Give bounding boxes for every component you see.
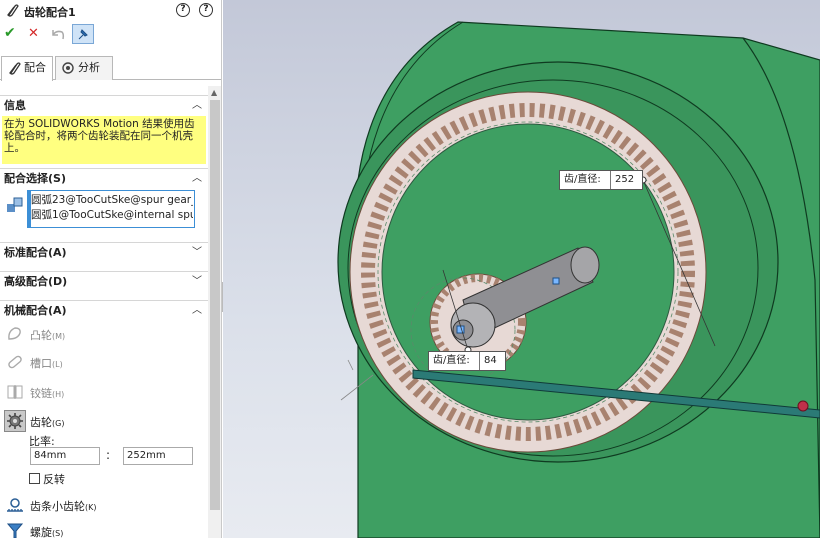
standard-mates-label: 标准配合(A) xyxy=(4,246,67,259)
tab-analysis-label: 分析 xyxy=(78,61,100,74)
hinge-icon xyxy=(7,385,23,399)
ok-button[interactable]: ✔ xyxy=(4,25,16,41)
dim-small-label: 齿/直径: xyxy=(433,355,470,366)
screw-mate-item[interactable]: 螺旋(S) xyxy=(30,524,63,538)
mechanical-mates-label: 机械配合(A) xyxy=(4,304,67,317)
graphics-viewport[interactable]: 齿/直径: 252 齿/直径: 84 xyxy=(223,0,820,538)
advanced-mates-label: 高级配合(D) xyxy=(4,275,68,288)
hinge-label: 铰链 xyxy=(30,387,52,400)
gear-icon xyxy=(7,413,23,429)
cam-key: (M) xyxy=(52,332,66,341)
mate-clip-icon xyxy=(7,4,19,17)
rack-pinion-label: 齿条小齿轮 xyxy=(30,500,85,513)
mate-clip-icon xyxy=(9,62,21,75)
reverse-checkbox[interactable] xyxy=(29,473,40,484)
dim-large-label: 齿/直径: xyxy=(564,174,601,185)
mate-selections-label: 配合选择(S) xyxy=(4,172,66,185)
chevron-up-icon[interactable]: ︿ xyxy=(192,169,202,189)
panel-scrollbar[interactable]: ▲ xyxy=(208,86,221,538)
scroll-up-arrow-icon[interactable]: ▲ xyxy=(211,88,217,97)
property-manager: 齿轮配合1 ? ? ✔ ✕ 配合 分析 信息 ︿ 在为 SOLIDWORKS M… xyxy=(0,0,222,538)
scrollbar-thumb[interactable] xyxy=(210,100,220,510)
mate-selection-list[interactable]: 圆弧23@TooCutSke@spur gear_ 圆弧1@TooCutSke@… xyxy=(27,190,195,228)
hinge-mate-item[interactable]: 铰链(H) xyxy=(30,385,64,401)
selection-entities-icon xyxy=(7,197,23,212)
cam-mate-item[interactable]: 凸轮(M) xyxy=(30,327,65,343)
gear-mate-item[interactable]: 齿轮(G) xyxy=(30,414,64,430)
tab-analysis[interactable]: 分析 xyxy=(55,56,113,80)
cam-icon xyxy=(8,327,21,340)
slot-label: 槽口 xyxy=(30,357,52,370)
rod-pin xyxy=(797,400,809,412)
pushpin-icon xyxy=(78,29,88,40)
pin-button[interactable] xyxy=(72,24,94,44)
title-bar: 齿轮配合1 ? ? xyxy=(0,0,221,22)
selection-item-2[interactable]: 圆弧1@TooCutSke@internal spu xyxy=(31,208,193,222)
screw-label: 螺旋 xyxy=(30,526,52,538)
slot-mate-item[interactable]: 槽口(L) xyxy=(30,355,63,371)
tab-bar: 配合 分析 xyxy=(0,54,221,81)
dimension-box-small[interactable]: 齿/直径: 84 xyxy=(428,351,506,371)
standard-mates-header[interactable]: 标准配合(A) ﹀ xyxy=(0,242,208,262)
screw-key: (S) xyxy=(52,529,64,538)
mate-selections-header[interactable]: 配合选择(S) ︿ xyxy=(0,168,208,188)
gear-key: (G) xyxy=(52,419,65,428)
gear-assembly-scene xyxy=(337,21,820,538)
dimension-box-large[interactable]: 齿/直径: 252 xyxy=(559,170,643,190)
chevron-down-icon[interactable]: ﹀ xyxy=(192,243,202,263)
gear-label: 齿轮 xyxy=(30,416,52,429)
chevron-up-icon[interactable]: ︿ xyxy=(192,301,202,321)
slot-icon xyxy=(8,355,22,369)
origin-marker xyxy=(552,277,560,285)
tab-mates-label: 配合 xyxy=(24,61,46,74)
mechanical-mates-header[interactable]: 机械配合(A) ︿ xyxy=(0,300,208,320)
reverse-label: 反转 xyxy=(43,473,65,486)
rack-pinion-icon xyxy=(7,498,23,512)
analysis-icon xyxy=(62,62,74,74)
cam-label: 凸轮 xyxy=(30,329,52,342)
dim-large-value[interactable]: 252 xyxy=(610,171,634,189)
info-section-header[interactable]: 信息 ︿ xyxy=(0,95,208,115)
question-circle-icon[interactable]: ? xyxy=(199,3,213,17)
info-header-label: 信息 xyxy=(4,99,26,112)
ratio-input-a[interactable]: 84mm xyxy=(30,447,100,465)
selection-item-1[interactable]: 圆弧23@TooCutSke@spur gear_ xyxy=(31,193,193,207)
info-message: 在为 SOLIDWORKS Motion 结果使用齿轮配合时，将两个齿轮装配在同… xyxy=(2,116,206,164)
tab-mates[interactable]: 配合 xyxy=(1,56,53,81)
cancel-button[interactable]: ✕ xyxy=(28,26,39,41)
dim-small-value[interactable]: 84 xyxy=(479,352,497,370)
chevron-up-icon[interactable]: ︿ xyxy=(192,96,202,116)
rack-pinion-key: (K) xyxy=(85,503,97,512)
action-row: ✔ ✕ xyxy=(0,24,221,46)
screw-icon xyxy=(6,523,24,538)
slot-key: (L) xyxy=(52,360,63,369)
page-title: 齿轮配合1 xyxy=(24,6,76,19)
advanced-mates-header[interactable]: 高级配合(D) ﹀ xyxy=(0,271,208,291)
rack-pinion-mate-item[interactable]: 齿条小齿轮(K) xyxy=(30,498,97,514)
ratio-separator: : xyxy=(106,448,111,462)
help-icon[interactable]: ? xyxy=(176,3,190,17)
ratio-input-b[interactable]: 252mm xyxy=(123,447,193,465)
chevron-down-icon[interactable]: ﹀ xyxy=(192,272,202,292)
undo-icon[interactable] xyxy=(50,26,66,42)
hinge-key: (H) xyxy=(52,390,65,399)
shaft-end xyxy=(570,246,600,284)
